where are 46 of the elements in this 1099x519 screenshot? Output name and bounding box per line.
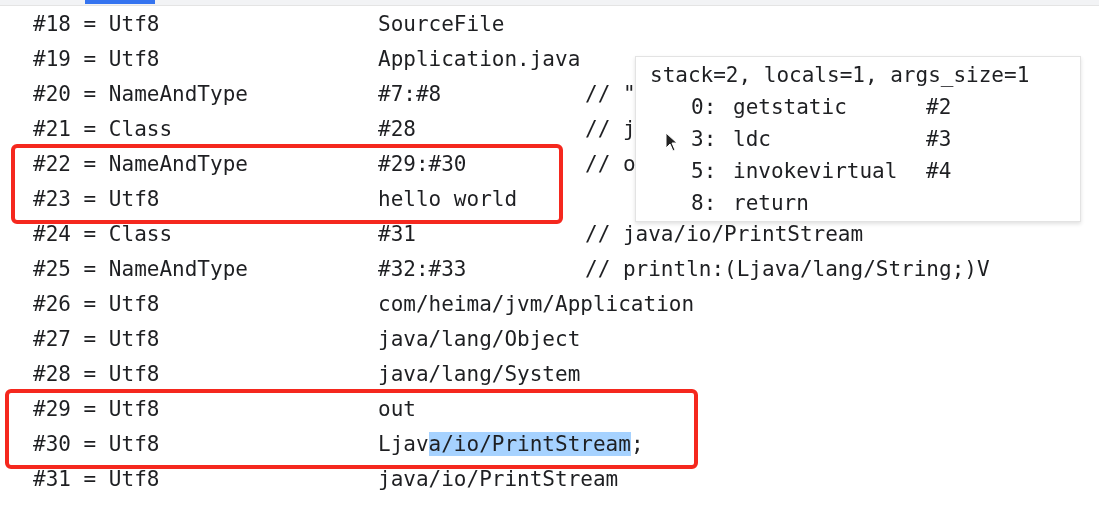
- instruction-offset: 5:: [691, 159, 718, 183]
- instruction-opcode: getstatic: [733, 95, 848, 119]
- constant-entry: #25 = NameAndType: [33, 256, 248, 281]
- active-tab-indicator: [85, 0, 155, 4]
- instruction-arg: #4: [926, 159, 953, 183]
- constant-comment: // println:(Ljava/lang/String;)V: [585, 256, 990, 281]
- constant-value: #28: [378, 116, 416, 141]
- constant-entry: #26 = Utf8: [33, 291, 160, 316]
- instruction-offset: 3:: [691, 127, 718, 151]
- constant-comment: // o: [585, 151, 636, 176]
- instruction-opcode: return: [733, 191, 810, 215]
- constant-value: #29:#30: [378, 151, 467, 176]
- constant-value: Application.java: [378, 46, 581, 71]
- instruction-offset: 0:: [691, 95, 718, 119]
- constant-entry: #27 = Utf8: [33, 326, 160, 351]
- constant-value: java/lang/System: [378, 361, 581, 386]
- constant-value: java/io/PrintStream: [378, 466, 619, 491]
- constant-entry: #30 = Utf8: [33, 431, 160, 456]
- constant-entry: #22 = NameAndType: [33, 151, 248, 176]
- constant-value: #7:#8: [378, 81, 442, 106]
- constant-entry: #20 = NameAndType: [33, 81, 248, 106]
- instruction-offset: 8:: [691, 191, 718, 215]
- instruction-opcode: invokevirtual: [733, 159, 899, 183]
- tooltip-header: stack=2, locals=1, args_size=1: [650, 63, 1030, 87]
- constant-value: SourceFile: [378, 11, 505, 36]
- constant-entry: #23 = Utf8: [33, 186, 160, 211]
- constant-comment: // j: [585, 116, 636, 141]
- constant-value: java/lang/Object: [378, 326, 581, 351]
- constant-entry: #28 = Utf8: [33, 361, 160, 386]
- constant-value: com/heima/jvm/Application: [378, 291, 695, 316]
- constant-value: #31: [378, 221, 416, 246]
- constant-entry: #29 = Utf8: [33, 396, 160, 421]
- constant-entry: #24 = Class: [33, 221, 173, 246]
- constant-value: #32:#33: [378, 256, 467, 281]
- constant-comment: // ": [585, 81, 636, 106]
- constant-value: hello world: [378, 186, 518, 211]
- mouse-pointer-icon: [665, 132, 679, 152]
- constant-entry: #19 = Utf8: [33, 46, 160, 71]
- constant-value: out: [378, 396, 416, 421]
- instruction-arg: #3: [926, 127, 953, 151]
- constant-entry: #18 = Utf8: [33, 11, 160, 36]
- constant-entry: #21 = Class: [33, 116, 173, 141]
- instruction-arg: #2: [926, 95, 953, 119]
- constant-comment: // java/io/PrintStream: [585, 221, 864, 246]
- instruction-opcode: ldc: [733, 127, 772, 151]
- constant-entry: #31 = Utf8: [33, 466, 160, 491]
